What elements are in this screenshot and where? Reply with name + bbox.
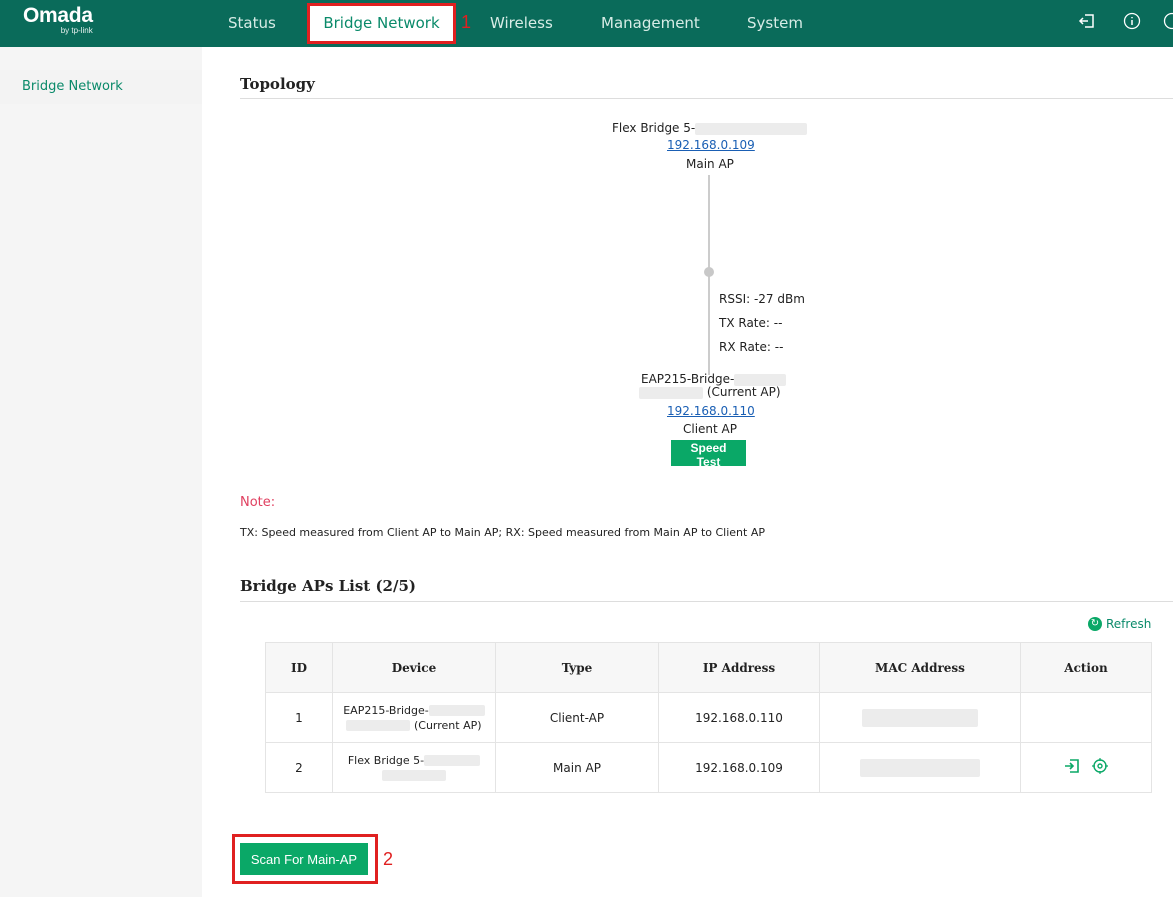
table-row: 2 Flex Bridge 5- Main AP 192.168.0.109: [265, 742, 1152, 793]
info-icon[interactable]: [1123, 12, 1141, 35]
client-ap-name-text: EAP215-Bridge-: [641, 372, 735, 386]
note-title: Note:: [240, 495, 276, 510]
logo-text: Omada: [23, 4, 93, 27]
column-header-ip-address: IP Address: [658, 642, 820, 693]
column-header-action: Action: [1020, 642, 1152, 693]
rssi-value: RSSI: -27 dBm: [719, 292, 805, 306]
client-ap-ip-link[interactable]: 192.168.0.110: [667, 404, 755, 418]
redacted-block: [424, 755, 481, 766]
logout-icon[interactable]: [1078, 12, 1096, 35]
nav-bridge-network[interactable]: Bridge Network: [307, 3, 456, 44]
column-header-mac-address: MAC Address: [819, 642, 1021, 693]
sidebar-item-bridge-network[interactable]: Bridge Network: [0, 70, 202, 104]
bridge-aps-list-title: Bridge APs List (2/5): [240, 577, 416, 595]
redacted-block: [862, 708, 978, 727]
cell-id: 1: [265, 692, 333, 743]
cell-type: Main AP: [495, 742, 659, 793]
table-header-row: ID Device Type IP Address MAC Address Ac…: [265, 642, 1152, 693]
table-row: 1 EAP215-Bridge- (Current AP) Client-AP …: [265, 692, 1152, 743]
cell-device: Flex Bridge 5-: [332, 742, 496, 793]
column-header-type: Type: [495, 642, 659, 693]
client-ap-name: EAP215-Bridge-: [641, 372, 787, 386]
note-text: TX: Speed measured from Client AP to Mai…: [240, 526, 765, 539]
logo-subtext: by tp-link: [60, 26, 93, 35]
divider: [240, 98, 1173, 99]
omada-logo[interactable]: Omada by tp-link: [23, 4, 93, 36]
current-ap-label: (Current AP): [413, 718, 482, 732]
main-ap-name: Flex Bridge 5-: [612, 121, 808, 135]
redacted-block: [639, 386, 703, 399]
main-ap-role: Main AP: [686, 157, 734, 171]
device-name: EAP215-Bridge-: [343, 703, 429, 717]
nav-management[interactable]: Management: [601, 14, 700, 32]
main-ap-ip-link[interactable]: 192.168.0.109: [667, 138, 755, 152]
nav-status[interactable]: Status: [228, 14, 276, 32]
bridge-aps-table: ID Device Type IP Address MAC Address Ac…: [265, 642, 1152, 793]
scan-for-main-ap-button[interactable]: Scan For Main-AP: [240, 843, 368, 875]
cell-ip-address: 192.168.0.110: [658, 692, 820, 743]
help-icon[interactable]: [1163, 12, 1173, 35]
speed-test-button[interactable]: Speed Test: [671, 440, 746, 469]
redacted-block: [428, 705, 485, 716]
sidebar: [0, 47, 202, 897]
cell-device: EAP215-Bridge- (Current AP): [332, 692, 496, 743]
refresh-label: Refresh: [1106, 617, 1152, 631]
divider: [240, 601, 1173, 602]
cell-action: [1020, 692, 1152, 743]
redacted-block: [734, 373, 787, 386]
topology-link-node: [704, 267, 714, 277]
top-navigation-bar: Omada by tp-link Status Bridge Network 1…: [0, 0, 1173, 47]
nav-system[interactable]: System: [747, 14, 803, 32]
redacted-block: [695, 122, 808, 135]
column-header-device: Device: [332, 642, 496, 693]
cell-type: Client-AP: [495, 692, 659, 743]
client-ap-suffix: (Current AP): [639, 385, 781, 399]
redacted-block: [860, 758, 980, 777]
client-ap-role: Client AP: [683, 422, 737, 436]
tx-rate-value: TX Rate: --: [719, 316, 783, 330]
connect-icon[interactable]: [1064, 758, 1080, 778]
rx-rate-value: RX Rate: --: [719, 340, 784, 354]
sidebar-item-label: Bridge Network: [22, 79, 123, 94]
refresh-button[interactable]: ↻ Refresh: [1088, 617, 1151, 631]
annotation-number-2: 2: [383, 849, 394, 869]
column-header-id: ID: [265, 642, 333, 693]
annotation-number-1: 1: [461, 12, 472, 32]
locate-icon[interactable]: [1091, 757, 1108, 778]
cell-mac-address: [819, 692, 1021, 743]
redacted-block: [382, 770, 446, 781]
nav-wireless[interactable]: Wireless: [490, 14, 553, 32]
main-ap-name-text: Flex Bridge 5-: [612, 121, 696, 135]
redacted-block: [346, 720, 411, 731]
refresh-icon: ↻: [1088, 617, 1102, 631]
cell-ip-address: 192.168.0.109: [658, 742, 820, 793]
cell-mac-address: [819, 742, 1021, 793]
current-ap-label: (Current AP): [706, 385, 781, 399]
topology-title: Topology: [240, 75, 315, 93]
cell-action: [1020, 742, 1152, 793]
cell-id: 2: [265, 742, 333, 793]
device-name: Flex Bridge 5-: [347, 753, 425, 767]
